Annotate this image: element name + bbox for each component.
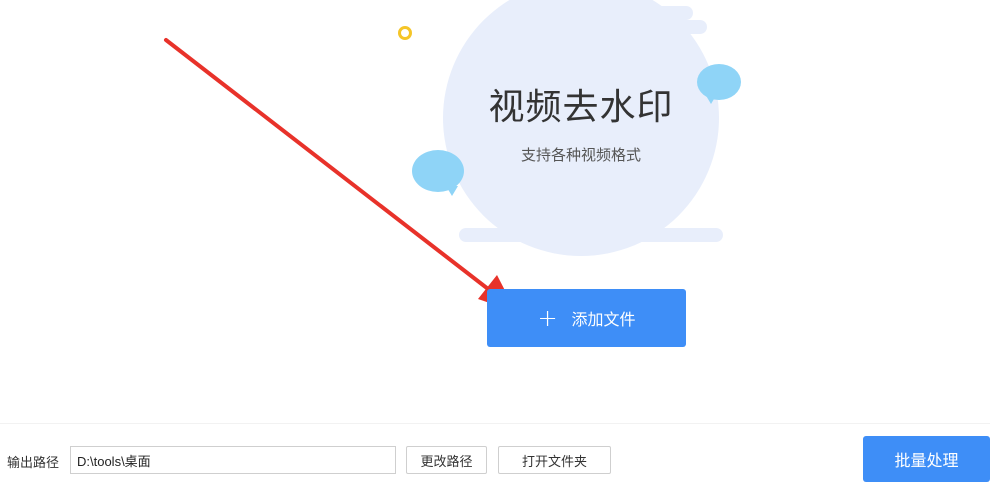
footer-divider <box>0 423 990 424</box>
annotation-arrow-icon <box>164 38 516 312</box>
add-file-button[interactable]: + 添加文件 <box>487 289 686 347</box>
change-path-button[interactable]: 更改路径 <box>406 446 487 474</box>
app-window: 视频去水印 支持各种视频格式 + 添加文件 输出路径 更改路径 打开文件夹 批量… <box>0 0 990 484</box>
batch-process-button[interactable]: 批量处理 <box>863 436 990 482</box>
output-path-field[interactable] <box>70 446 396 474</box>
open-folder-button[interactable]: 打开文件夹 <box>498 446 611 474</box>
plus-icon: + <box>537 304 558 332</box>
add-file-label: 添加文件 <box>571 310 636 329</box>
output-path-label: 输出路径 <box>7 456 60 471</box>
